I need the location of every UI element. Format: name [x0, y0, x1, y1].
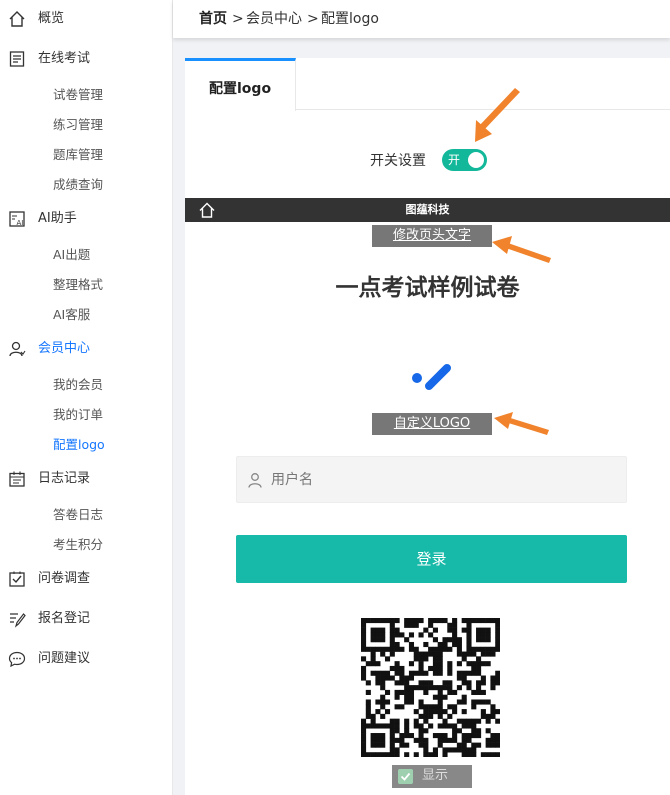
sidebar-item-overview[interactable]: 概览 [0, 4, 173, 34]
sidebar-item-label: 在线考试 [38, 51, 91, 66]
sidebar-subitem-label: 练习管理 [53, 117, 104, 132]
sidebar-subitem-my-orders[interactable]: 我的订单 [0, 402, 173, 428]
sidebar-item-member-center[interactable]: 会员中心 [0, 334, 173, 364]
preview-header-bar: 图蕴科技 [185, 198, 670, 222]
sidebar-subitem-my-membership[interactable]: 我的会员 [0, 372, 173, 398]
edit-header-text-button[interactable]: 修改页头文字 [372, 225, 492, 247]
svg-text:AI: AI [17, 219, 24, 227]
sidebar-subitem-label: 试卷管理 [53, 87, 104, 102]
tab-label: 配置logo [209, 81, 272, 97]
home-icon [9, 11, 25, 27]
sidebar-subitem-ai-questions[interactable]: AI出题 [0, 242, 173, 268]
ai-icon: AI [9, 211, 25, 227]
sidebar-item-label: 概览 [38, 11, 65, 26]
qr-code [361, 618, 500, 757]
brand-logo-icon [412, 364, 451, 390]
switch-state-text: 开 [448, 153, 461, 167]
config-logo-panel: 配置logo 开关设置 开 图蕴科技 修改页头文字 一点考试样例试卷 自定义LO… [185, 58, 670, 795]
sidebar-subitem-format[interactable]: 整理格式 [0, 272, 173, 298]
sidebar-subitem-practice-manage[interactable]: 练习管理 [0, 112, 173, 138]
username-field [236, 456, 627, 503]
sidebar-subitem-config-logo[interactable]: 配置logo [0, 432, 173, 458]
switch-knob [468, 152, 484, 168]
sidebar-item-registration[interactable]: 报名登记 [0, 604, 173, 634]
sidebar-subitem-label: 考生积分 [53, 537, 104, 552]
login-button[interactable]: 登录 [236, 535, 627, 583]
register-pen-icon [10, 613, 26, 628]
sidebar-subitem-label: 整理格式 [53, 277, 104, 292]
sidebar-subitem-label: 我的订单 [53, 407, 104, 422]
breadcrumb-member-center[interactable]: 会员中心 [246, 9, 302, 29]
sidebar-subitem-label: 配置logo [53, 437, 105, 452]
chat-bubble-icon [8, 651, 26, 668]
tab-bar: 配置logo [185, 58, 670, 111]
preview-header-brand: 图蕴科技 [405, 203, 450, 216]
sidebar-subitem-label: 成绩查询 [53, 177, 104, 192]
show-qr-label: 显示 [422, 768, 449, 783]
breadcrumb-separator: > [232, 11, 244, 27]
member-icon [9, 341, 26, 357]
exam-title: 一点考试样例试卷 [335, 275, 520, 301]
sidebar: 概览 在线考试 试卷管理 练习管理 题库管理 成绩查询 AI AI助手 AI出题… [0, 0, 173, 795]
sidebar-subitem-ai-service[interactable]: AI客服 [0, 302, 173, 328]
exam-list-icon [9, 51, 25, 67]
sidebar-subitem-label: 我的会员 [53, 377, 104, 392]
sidebar-subitem-label: AI客服 [53, 307, 91, 322]
sidebar-item-survey[interactable]: 问卷调查 [0, 564, 173, 594]
sidebar-subitem-answer-log[interactable]: 答卷日志 [0, 502, 173, 528]
logo-toggle-switch[interactable]: 开 [442, 149, 487, 171]
sidebar-item-online-exam[interactable]: 在线考试 [0, 44, 173, 74]
sidebar-subitem-paper-manage[interactable]: 试卷管理 [0, 82, 173, 108]
user-icon [248, 473, 262, 488]
survey-check-icon [9, 571, 25, 587]
checkbox-checked-icon [398, 769, 413, 784]
sidebar-item-logs[interactable]: 日志记录 [0, 464, 173, 494]
sidebar-item-ai-assistant[interactable]: AI AI助手 [0, 204, 173, 234]
sidebar-subitem-score-query[interactable]: 成绩查询 [0, 172, 173, 198]
sidebar-item-label: 问卷调查 [38, 571, 91, 586]
show-qr-toggle[interactable]: 显示 [392, 765, 472, 788]
username-input[interactable] [271, 465, 611, 495]
sidebar-item-feedback[interactable]: 问题建议 [0, 644, 173, 674]
breadcrumb-separator: > [307, 11, 319, 27]
sidebar-item-label: AI助手 [38, 211, 77, 226]
sidebar-subitem-label: 题库管理 [53, 147, 104, 162]
sidebar-item-label: 问题建议 [38, 651, 91, 666]
sidebar-item-label: 报名登记 [38, 611, 91, 626]
breadcrumb: 首页 > 会员中心 > 配置logo [173, 0, 670, 38]
switch-label: 开关设置 [370, 153, 426, 169]
breadcrumb-home[interactable]: 首页 [199, 9, 227, 29]
sidebar-item-label: 日志记录 [38, 471, 91, 486]
sidebar-item-label: 会员中心 [38, 341, 91, 356]
sidebar-subitem-label: 答卷日志 [53, 507, 104, 522]
custom-logo-button[interactable]: 自定义LOGO [372, 413, 492, 435]
tab-config-logo[interactable]: 配置logo [185, 58, 296, 111]
sidebar-subitem-label: AI出题 [53, 247, 91, 262]
calendar-icon [9, 471, 25, 487]
sidebar-subitem-candidate-points[interactable]: 考生积分 [0, 532, 173, 558]
sidebar-subitem-question-bank[interactable]: 题库管理 [0, 142, 173, 168]
breadcrumb-current: 配置logo [321, 11, 379, 27]
